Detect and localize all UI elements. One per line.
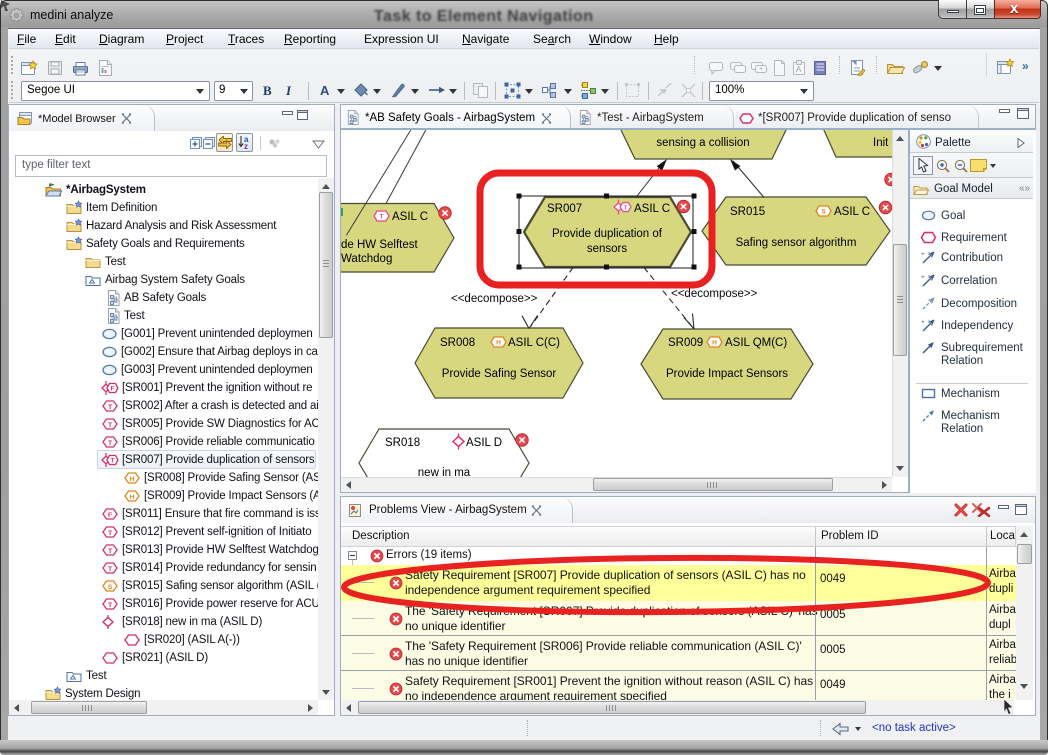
svg-text:SR008: SR008: [440, 337, 475, 349]
svg-text:T: T: [624, 205, 628, 211]
svg-text:H: H: [712, 340, 717, 347]
svg-text:-: -: [928, 250, 930, 257]
svg-text:Provide Safing Sensor: Provide Safing Sensor: [442, 368, 557, 380]
svg-text:SR018: SR018: [385, 437, 420, 449]
svg-text:+: +: [921, 319, 925, 326]
svg-text:ASIL C: ASIL C: [392, 211, 428, 223]
svg-text:SR007: SR007: [547, 203, 582, 215]
svg-text:F: F: [111, 386, 115, 393]
svg-text:ASIL D: ASIL D: [466, 437, 502, 449]
svg-text:-: -: [928, 318, 930, 325]
svg-text:T: T: [111, 458, 115, 465]
svg-text:A: A: [796, 65, 802, 74]
svg-text:H: H: [130, 476, 135, 483]
svg-text:new in ma: new in ma: [418, 467, 471, 477]
svg-text:Provide duplication of: Provide duplication of: [552, 228, 663, 240]
svg-text:<<decompose>>: <<decompose>>: [671, 288, 758, 300]
svg-text:T: T: [380, 214, 384, 221]
svg-text:Safing sensor algorithm: Safing sensor algorithm: [736, 237, 857, 249]
svg-text:Provide Impact Sensors: Provide Impact Sensors: [666, 368, 788, 380]
svg-text:<<decompose>>: <<decompose>>: [451, 293, 538, 305]
svg-text:F: F: [108, 512, 112, 519]
svg-text:+: +: [759, 66, 763, 73]
svg-text:ASIL C: ASIL C: [834, 206, 870, 218]
svg-text:S: S: [108, 584, 113, 591]
svg-text:de HW Selftest: de HW Selftest: [341, 239, 418, 251]
svg-text:ASIL QM(C): ASIL QM(C): [725, 337, 787, 349]
svg-text:+: +: [921, 274, 925, 281]
svg-text:S: S: [821, 209, 826, 216]
svg-text:z: z: [244, 142, 248, 150]
svg-text:H: H: [496, 340, 501, 347]
svg-text:H: H: [130, 494, 135, 501]
svg-text:ASIL C(C): ASIL C(C): [508, 337, 560, 349]
svg-text:SR009: SR009: [668, 337, 703, 349]
svg-text:ASIL C: ASIL C: [634, 203, 670, 215]
svg-text:-: -: [928, 273, 930, 280]
svg-text:SR015: SR015: [730, 206, 765, 218]
svg-text:Init: Init: [873, 137, 889, 149]
svg-text:+: +: [921, 251, 925, 258]
svg-text:sensing a collision: sensing a collision: [656, 137, 749, 149]
svg-text:Watchdog: Watchdog: [341, 253, 392, 265]
svg-text:sensors: sensors: [587, 243, 628, 255]
